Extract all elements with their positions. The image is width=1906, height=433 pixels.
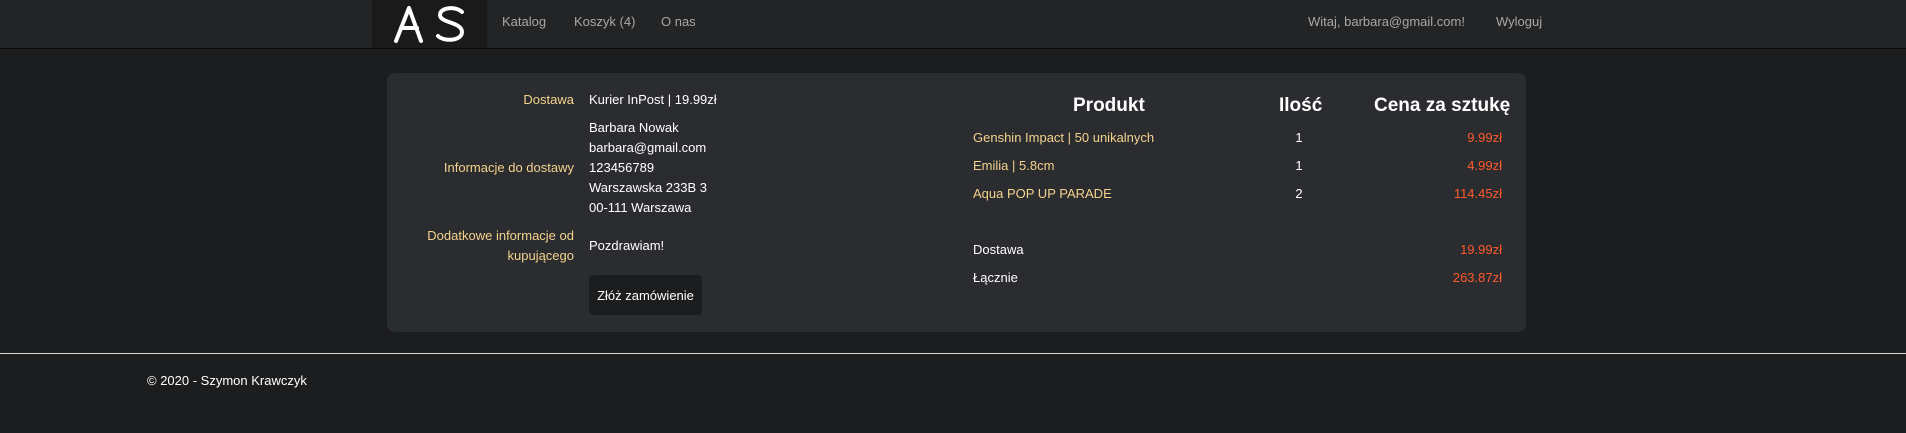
product-quantity: 2 [1295, 186, 1303, 201]
product-price: 4.99zł [1467, 158, 1502, 173]
shipping-street: Warszawska 233B 3 [589, 180, 708, 195]
product-name: Emilia | 5.8cm [973, 158, 1055, 173]
user-greeting-link[interactable]: Witaj, barbara@gmail.com! [1308, 0, 1465, 44]
shipping-city: 00-111 Warszawa [589, 200, 692, 215]
extra-info-label-line2: kupującego [507, 248, 575, 263]
product-name: Aqua POP UP PARADE [973, 186, 1112, 201]
delivery-value: Kurier InPost | 19.99zł [589, 92, 717, 107]
summary-delivery-price: 19.99zł [1460, 242, 1502, 257]
product-price: 9.99zł [1467, 130, 1502, 145]
logo-mark [393, 6, 464, 43]
product-quantity: 1 [1295, 130, 1303, 145]
summary-total-price: 263.87zł [1452, 270, 1502, 285]
logo[interactable] [372, 0, 487, 48]
navbar: Katalog Koszyk (4) O nas Witaj, barbara@… [0, 0, 1906, 49]
nav-catalog-link[interactable]: Katalog [502, 0, 546, 44]
submit-order-button[interactable]: Złóż zamówienie [589, 275, 702, 315]
order-summary-card: Dostawa Kurier InPost | 19.99zł Informac… [387, 73, 1526, 332]
shipping-email: barbara@gmail.com [589, 140, 707, 155]
footer-copyright: © 2020 - Szymon Krawczyk [147, 373, 307, 388]
extra-info-value: Pozdrawiam! [589, 238, 665, 253]
product-price: 114.45zł [1453, 186, 1502, 201]
shipping-name: Barbara Nowak [589, 120, 679, 135]
logout-link[interactable]: Wyloguj [1496, 0, 1542, 44]
product-quantity: 1 [1295, 158, 1303, 173]
footer-divider [0, 353, 1906, 354]
nav-about-link[interactable]: O nas [661, 0, 696, 44]
table-header-quantity: Ilość [1279, 95, 1323, 116]
product-name: Genshin Impact | 50 unikalnych [973, 130, 1155, 145]
summary-delivery-label: Dostawa [973, 242, 1024, 257]
table-header-price: Cena za sztukę [1374, 95, 1511, 116]
extra-info-label-line1: Dodatkowe informacje od [427, 228, 574, 243]
summary-total-label: Łącznie [973, 270, 1018, 285]
nav-cart-link[interactable]: Koszyk (4) [574, 0, 635, 44]
table-header-product: Produkt [1073, 95, 1145, 116]
delivery-label: Dostawa [523, 92, 574, 107]
shipping-phone: 123456789 [589, 160, 655, 175]
shipping-info-label: Informacje do dostawy [443, 160, 574, 175]
